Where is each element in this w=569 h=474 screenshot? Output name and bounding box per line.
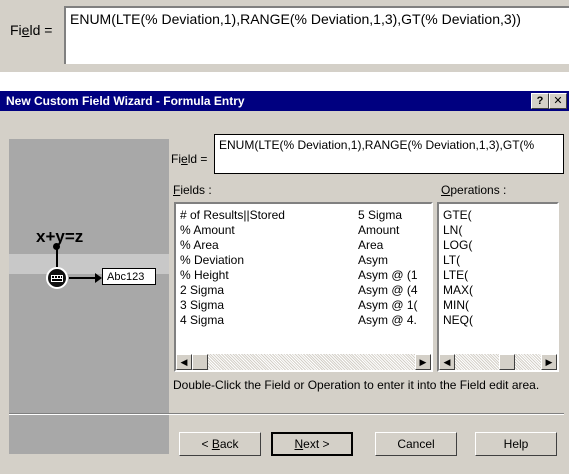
fields-list-item[interactable]: # of Results||Stored: [180, 208, 285, 222]
text-node-box: Abc123: [102, 268, 156, 285]
fields-list-item[interactable]: % Amount: [180, 223, 235, 237]
wizard-illustration: x+y=z Abc123: [9, 139, 169, 454]
arrow-line: [69, 277, 97, 279]
operations-list-item[interactable]: LOG(: [443, 238, 472, 252]
scroll-thumb[interactable]: [192, 354, 208, 370]
hint-text: Double-Click the Field or Operation to e…: [173, 378, 540, 392]
help-title-button[interactable]: ?: [531, 93, 549, 109]
operations-list-item[interactable]: LT(: [443, 253, 460, 267]
fields-list-item[interactable]: Asym: [358, 253, 388, 267]
fields-list-item[interactable]: Asym @ (4: [358, 283, 418, 297]
scroll-left-icon[interactable]: ◀: [439, 354, 455, 370]
button-separator: [9, 413, 564, 415]
scroll-right-icon[interactable]: ▶: [541, 354, 557, 370]
cancel-button[interactable]: Cancel: [375, 432, 457, 456]
fields-listbox[interactable]: # of Results||Stored % Amount % Area % D…: [174, 202, 433, 372]
keyboard-node-icon: [46, 267, 68, 289]
close-title-button[interactable]: ✕: [549, 93, 567, 109]
help-button[interactable]: Help: [475, 432, 557, 456]
fields-list-item[interactable]: Asym @ (1: [358, 268, 418, 282]
title-bar: New Custom Field Wizard - Formula Entry …: [0, 91, 569, 111]
fields-list-item[interactable]: Amount: [358, 223, 399, 237]
operations-horizontal-scrollbar[interactable]: ◀ ▶: [439, 354, 557, 370]
scroll-left-icon[interactable]: ◀: [176, 354, 192, 370]
operations-list-label: Operations :: [441, 183, 507, 197]
top-field-input[interactable]: ENUM(LTE(% Deviation,1),RANGE(% Deviatio…: [64, 6, 569, 64]
fields-list-item[interactable]: 3 Sigma: [180, 298, 224, 312]
arrow-head-icon: [95, 273, 102, 283]
custom-field-wizard-dialog: New Custom Field Wizard - Formula Entry …: [0, 90, 569, 474]
node-connector-line: [56, 247, 58, 267]
fields-horizontal-scrollbar[interactable]: ◀ ▶: [176, 354, 431, 370]
operations-list-item[interactable]: MAX(: [443, 283, 473, 297]
fields-list-item[interactable]: % Area: [180, 238, 219, 252]
scroll-right-icon[interactable]: ▶: [415, 354, 431, 370]
operations-list-item[interactable]: MIN(: [443, 298, 469, 312]
operations-list-item[interactable]: LTE(: [443, 268, 468, 282]
operations-list-item[interactable]: GTE(: [443, 208, 472, 222]
operations-listbox[interactable]: GTE( LN( LOG( LT( LTE( MAX( MIN( NEQ( ◀ …: [437, 202, 559, 372]
operations-list-item[interactable]: NEQ(: [443, 313, 473, 327]
fields-list-item[interactable]: Area: [358, 238, 383, 252]
field-formula-input[interactable]: ENUM(LTE(% Deviation,1),RANGE(% Deviatio…: [214, 134, 564, 174]
fields-list-label: Fields :: [173, 183, 212, 197]
fields-list-item[interactable]: % Height: [180, 268, 229, 282]
back-button[interactable]: < Back: [179, 432, 261, 456]
fields-list-item[interactable]: Asym @ 4.: [358, 313, 417, 327]
scroll-thumb[interactable]: [499, 354, 515, 370]
fields-list-item[interactable]: 4 Sigma: [180, 313, 224, 327]
fields-list-item[interactable]: Asym @ 1(: [358, 298, 418, 312]
top-field-label: Field =: [10, 22, 53, 38]
top-field-strip: Field = ENUM(LTE(% Deviation,1),RANGE(% …: [0, 0, 569, 72]
field-label: Field =: [171, 152, 208, 166]
fields-list-item[interactable]: 5 Sigma: [358, 208, 402, 222]
fields-list-item[interactable]: 2 Sigma: [180, 283, 224, 297]
next-button[interactable]: Next >: [271, 432, 353, 456]
operations-list-item[interactable]: LN(: [443, 223, 462, 237]
dialog-title: New Custom Field Wizard - Formula Entry: [6, 94, 245, 108]
fields-list-item[interactable]: % Deviation: [180, 253, 244, 267]
